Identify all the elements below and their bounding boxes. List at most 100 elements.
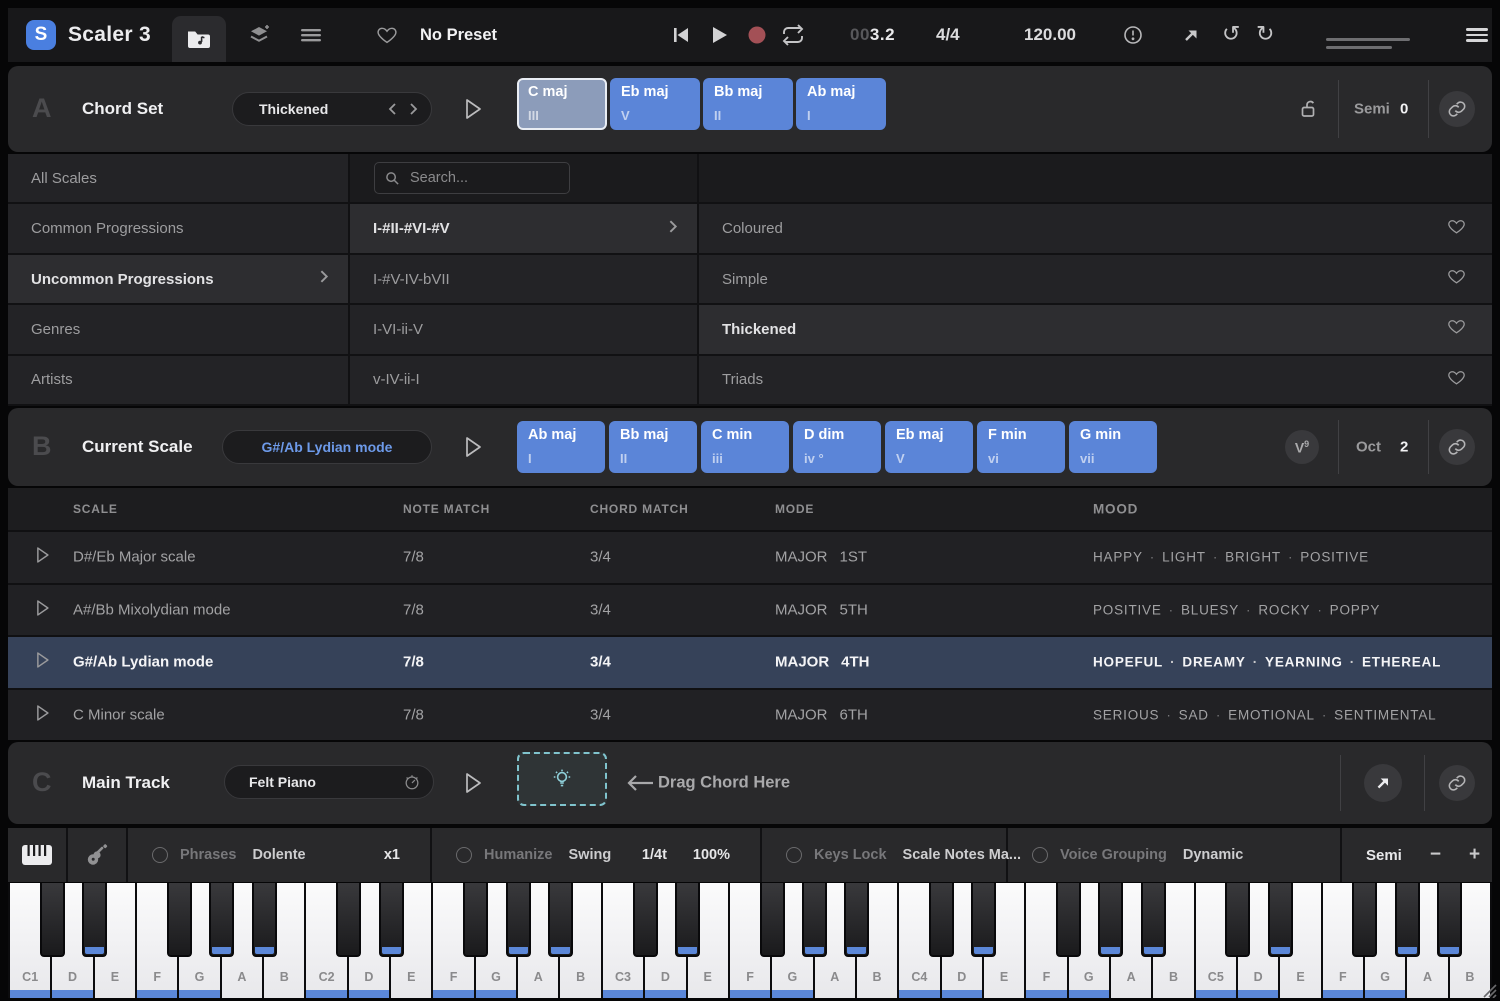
chord-pad-bb-maj[interactable]: Bb majII [609,421,697,473]
black-key-c-c1[interactable] [40,883,65,957]
humanize-extra-1[interactable]: 100% [693,847,730,863]
keys-lock-toggle[interactable] [786,847,802,863]
category-artists[interactable]: Artists [8,356,350,406]
scale-play-button[interactable] [34,651,51,674]
chord-pad-eb-maj[interactable]: Eb majV [885,421,973,473]
instrument-selector[interactable]: Felt Piano [224,765,434,799]
favorite-button[interactable] [1447,368,1466,392]
category-all-scales[interactable]: All Scales [8,154,350,204]
tempo-value[interactable]: 120.00 [1024,8,1076,62]
chevron-left-icon[interactable] [387,102,399,116]
black-key-c-c5[interactable] [1225,883,1250,957]
preset-favorite-button[interactable] [372,20,402,50]
progression-i-vi-ii-v[interactable]: I-VI-ii-V [350,305,699,355]
oct-value[interactable]: 2 [1400,439,1408,456]
chevron-right-icon[interactable] [407,102,419,116]
current-scale-selector[interactable]: G#/Ab Lydian mode [222,430,432,464]
variation-simple[interactable]: Simple [699,255,1492,305]
chord-pad-f-min[interactable]: F minvi [977,421,1065,473]
search-box[interactable] [374,162,570,194]
keyboard-view-button[interactable] [8,828,68,882]
time-signature[interactable]: 4/4 [936,8,960,62]
link-button-b[interactable] [1439,429,1475,465]
black-key-a-c5[interactable] [1437,883,1462,957]
chord-pad-ab-maj[interactable]: Ab majI [517,421,605,473]
black-key-d-c4[interactable] [971,883,996,957]
detach-track-button[interactable] [1364,764,1402,802]
black-key-f-c2[interactable] [463,883,488,957]
chord-drop-zone[interactable] [517,752,607,806]
category-uncommon-progressions[interactable]: Uncommon Progressions [8,255,350,305]
progression-i-ii-vi-v[interactable]: I-#II-#VI-#V [350,204,699,254]
scale-row-a-bb-mixolydian-mode[interactable]: A#/Bb Mixolydian mode7/83/4MAJOR5THPOSIT… [8,583,1492,636]
redo-button[interactable]: ↻ [1256,8,1274,62]
lock-button[interactable] [1296,95,1324,123]
control-voice-grouping[interactable]: Voice GroupingDynamic [1008,828,1342,882]
black-key-d-c1[interactable] [82,883,107,957]
black-key-a-c1[interactable] [252,883,277,957]
black-key-g-c4[interactable] [1098,883,1123,957]
black-key-d-c2[interactable] [379,883,404,957]
variation-coloured[interactable]: Coloured [699,204,1492,254]
black-key-c-c3[interactable] [633,883,658,957]
scale-row-g-ab-lydian-mode[interactable]: G#/Ab Lydian mode7/83/4MAJOR4THHOPEFUL·D… [8,635,1492,688]
voice-grouping-value[interactable]: Dynamic [1183,847,1243,863]
variation-triads[interactable]: Triads [699,356,1492,406]
export-button[interactable] [1176,20,1206,50]
voicing-button[interactable]: V9 [1285,430,1319,464]
control-keys-lock[interactable]: Keys LockScale Notes Ma... [762,828,1008,882]
keys-lock-value[interactable]: Scale Notes Ma... [903,847,1021,863]
semi-value[interactable]: 0 [1400,101,1408,118]
black-key-f-c5[interactable] [1352,883,1377,957]
humanize-value[interactable]: Swing [569,847,612,863]
category-common-progressions[interactable]: Common Progressions [8,204,350,254]
chord-pad-d-dim[interactable]: D dimiv ° [793,421,881,473]
progression-v-iv-ii-i[interactable]: v-IV-ii-I [350,356,699,406]
guitar-view-button[interactable] [68,828,128,882]
link-button-c[interactable] [1439,765,1475,801]
scale-play-button[interactable] [34,703,51,726]
chord-pad-bb-maj[interactable]: Bb majII [703,78,793,130]
category-genres[interactable]: Genres [8,305,350,355]
black-key-g-c3[interactable] [802,883,827,957]
info-button[interactable] [1118,20,1148,50]
black-key-f-c4[interactable] [1056,883,1081,957]
black-key-a-c3[interactable] [844,883,869,957]
chord-pad-ab-maj[interactable]: Ab majI [796,78,886,130]
phrases-extra-0[interactable]: x1 [384,847,400,863]
skip-back-button[interactable] [666,20,696,50]
humanize-extra-0[interactable]: 1/4t [642,847,667,863]
black-key-c-c4[interactable] [929,883,954,957]
black-key-d-c3[interactable] [675,883,700,957]
favorite-button[interactable] [1447,317,1466,341]
scale-play-button[interactable] [34,546,51,569]
phrases-toggle[interactable] [152,847,168,863]
preset-name[interactable]: No Preset [420,8,497,62]
level-slider[interactable] [1326,38,1410,41]
phrases-value[interactable]: Dolente [252,847,305,863]
tab-sets[interactable] [244,20,274,50]
scale-play-button[interactable] [34,598,51,621]
search-input[interactable] [408,169,552,187]
humanize-toggle[interactable] [456,847,472,863]
black-key-g-c2[interactable] [506,883,531,957]
chord-set-play-button[interactable] [460,96,486,122]
chord-set-selector[interactable]: Thickened [232,92,432,126]
tab-chord-page[interactable] [172,16,226,62]
control-humanize[interactable]: HumanizeSwing1/4t100% [432,828,762,882]
record-button[interactable] [742,20,772,50]
undo-button[interactable]: ↺ [1222,8,1240,62]
voice-grouping-toggle[interactable] [1032,847,1048,863]
play-button[interactable] [704,20,734,50]
control-phrases[interactable]: PhrasesDolentex1 [128,828,432,882]
black-key-d-c5[interactable] [1268,883,1293,957]
semi-minus-button[interactable]: − [1430,844,1441,866]
chord-pad-eb-maj[interactable]: Eb majV [610,78,700,130]
black-key-g-c5[interactable] [1395,883,1420,957]
level-slider-track[interactable] [1326,46,1392,49]
resize-grip[interactable] [1479,980,1497,998]
scale-row-c-minor-scale[interactable]: C Minor scale7/83/4MAJOR6THSERIOUS·SAD·E… [8,688,1492,741]
tab-list[interactable] [296,20,326,50]
menu-button[interactable] [1466,28,1488,42]
link-button-a[interactable] [1439,91,1475,127]
